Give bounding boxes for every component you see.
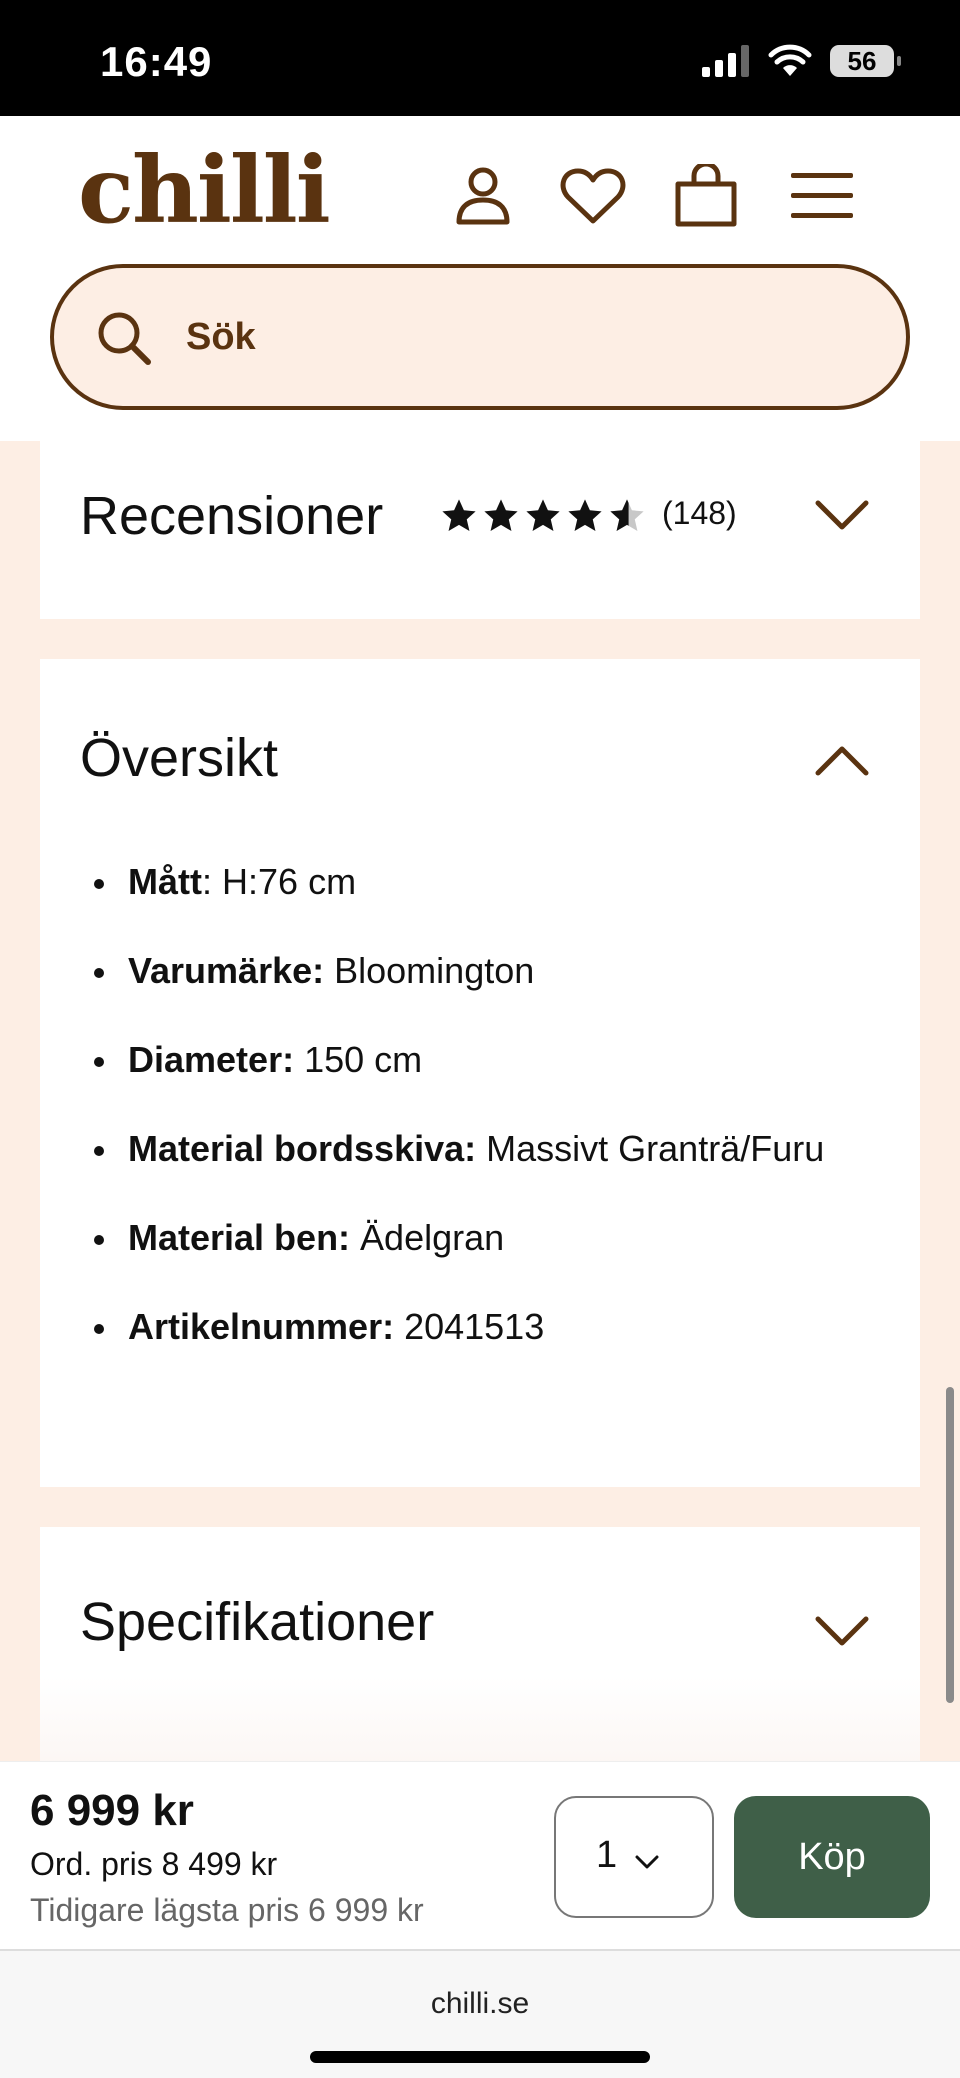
overview-item-value: Bloomington xyxy=(324,950,535,991)
star-icon xyxy=(568,499,602,532)
lowest-price: Tidigare lägsta pris 6 999 kr xyxy=(30,1892,424,1928)
specifications-title: Specifikationer xyxy=(80,1592,435,1652)
overview-item-material-ben: Material ben: Ädelgran xyxy=(94,1209,828,1267)
chilli-logo[interactable]: chilli xyxy=(78,136,331,244)
search-icon xyxy=(98,312,151,365)
product-details: Recensioner (148) Översikt Mått: H:76 cm… xyxy=(0,441,960,1761)
chevron-down-icon[interactable] xyxy=(814,1613,870,1649)
overview-item-label: Varumärke: xyxy=(128,950,325,991)
account-icon[interactable] xyxy=(443,156,523,236)
specifications-accordion[interactable]: Specifikationer xyxy=(40,1527,920,1761)
overview-item-value: Ädelgran xyxy=(350,1217,505,1258)
reviews-title: Recensioner xyxy=(80,486,384,546)
overview-list: Mått: H:76 cm Varumärke: Bloomington Dia… xyxy=(94,853,828,1387)
overview-item-label: Diameter: xyxy=(128,1039,295,1080)
star-icon xyxy=(442,499,476,532)
battery-icon: 56 xyxy=(830,45,901,77)
star-icon xyxy=(526,499,560,532)
status-icons: 56 xyxy=(702,44,901,78)
heart-icon[interactable] xyxy=(553,156,633,236)
overview-item-value: H:76 cm xyxy=(212,861,357,902)
cart-icon[interactable] xyxy=(666,156,746,236)
browser-address-bar: chilli.se xyxy=(0,1949,960,2078)
overview-title[interactable]: Översikt xyxy=(80,727,278,789)
overview-accordion: Översikt Mått: H:76 cm Varumärke: Bloomi… xyxy=(40,659,920,1487)
chevron-up-icon[interactable] xyxy=(814,743,870,779)
review-count: (148) xyxy=(662,495,737,531)
home-indicator[interactable] xyxy=(310,2051,650,2063)
status-time: 16:49 xyxy=(100,38,213,85)
reviews-accordion[interactable]: Recensioner (148) xyxy=(40,441,920,619)
overview-item-matt: Mått: H:76 cm xyxy=(94,853,828,911)
search-placeholder: Sök xyxy=(186,316,256,358)
overview-item-label: Mått xyxy=(128,861,202,902)
menu-icon[interactable] xyxy=(782,156,862,236)
overview-item-value: Massivt Granträ/Furu xyxy=(476,1128,825,1169)
signal-icon xyxy=(702,45,749,77)
buy-button[interactable]: Köp xyxy=(734,1796,930,1918)
chevron-down-icon[interactable] xyxy=(814,497,870,533)
overview-item-varumarke: Varumärke: Bloomington xyxy=(94,942,828,1000)
overview-item-label: Artikelnummer: xyxy=(128,1306,395,1347)
ordinary-price: Ord. pris 8 499 kr xyxy=(30,1846,278,1882)
overview-item-diameter: Diameter: 150 cm xyxy=(94,1031,828,1089)
half-star-icon xyxy=(610,499,644,532)
overview-item-label: Material bordsskiva: xyxy=(128,1128,477,1169)
scrollbar[interactable] xyxy=(946,1387,954,1703)
overview-item-value: 2041513 xyxy=(394,1306,545,1347)
overview-item-material-bordsskiva: Material bordsskiva: Massivt Granträ/Fur… xyxy=(94,1120,828,1178)
overview-item-label: Material ben: xyxy=(128,1217,351,1258)
overview-item-artikelnummer: Artikelnummer: 2041513 xyxy=(94,1298,828,1356)
search-input[interactable]: Sök xyxy=(50,264,910,410)
wifi-icon xyxy=(768,44,812,76)
star-icon xyxy=(484,499,518,532)
rating-stars xyxy=(440,497,646,535)
chevron-down-icon xyxy=(635,1855,659,1869)
site-header: chilli Sök xyxy=(0,116,960,441)
quantity-select[interactable]: 1 xyxy=(554,1796,714,1918)
overview-item-value: 150 cm xyxy=(294,1039,423,1080)
status-bar: 16:49 56 xyxy=(0,0,960,116)
quantity-value: 1 xyxy=(596,1834,618,1876)
purchase-bar: 6 999 kr Ord. pris 8 499 kr Tidigare läg… xyxy=(0,1761,960,1949)
current-price: 6 999 kr xyxy=(30,1786,194,1835)
url-text[interactable]: chilli.se xyxy=(0,1987,960,2021)
